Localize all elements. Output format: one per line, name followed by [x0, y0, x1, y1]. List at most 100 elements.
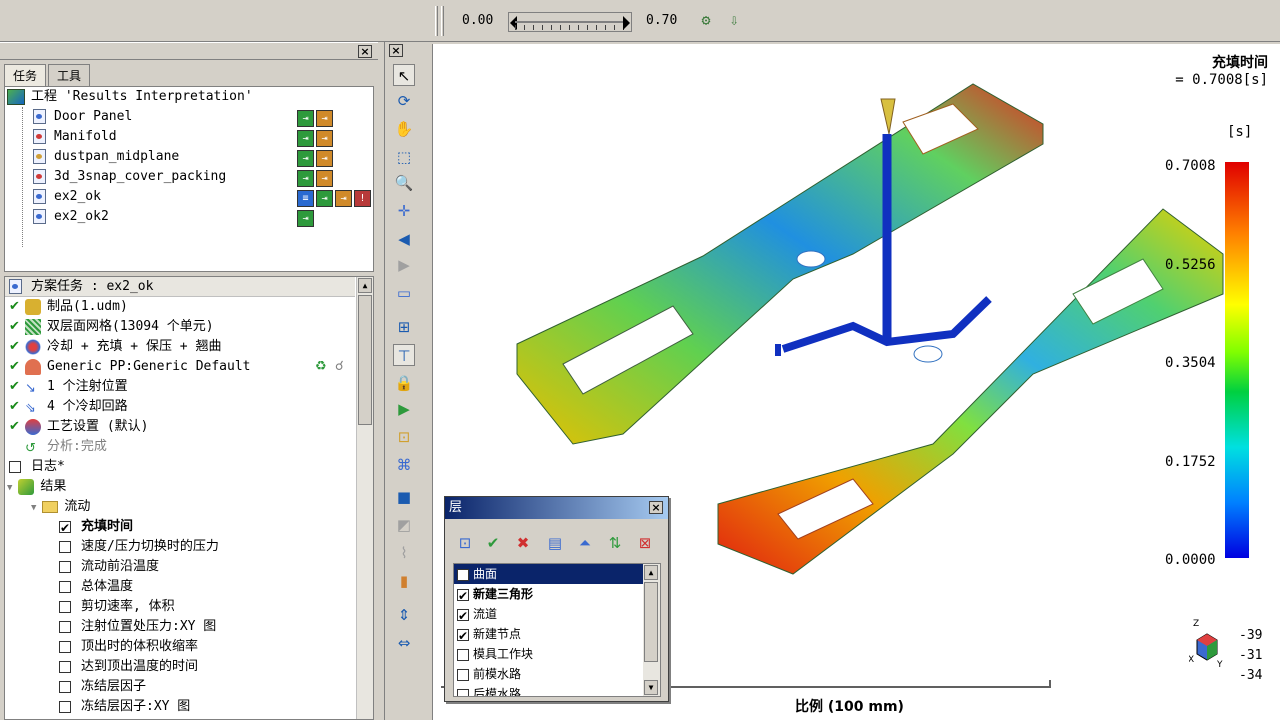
- split-vertical-icon[interactable]: ⇔: [393, 632, 415, 654]
- project-item[interactable]: ex2_ok2 ⇥: [33, 207, 373, 227]
- project-item[interactable]: ex2_ok ≡ ⇥ ⇥!: [33, 187, 373, 207]
- flow-folder[interactable]: ▼ 流动: [31, 497, 90, 517]
- layer-checkbox[interactable]: [457, 586, 469, 606]
- project-item[interactable]: 3d_3snap_cover_packing ⇥ ⇥: [33, 167, 373, 187]
- collapse-arrow-icon[interactable]: ▼: [31, 503, 36, 513]
- pan-hand-icon[interactable]: ✋: [393, 118, 415, 140]
- result-item[interactable]: 冻结层因子:XY 图: [59, 697, 190, 717]
- run-study-icon[interactable]: ⇥: [316, 170, 333, 187]
- cutting-plane-icon[interactable]: ⊤: [393, 344, 415, 366]
- result-checkbox[interactable]: [59, 580, 71, 593]
- warning-icon[interactable]: !: [354, 190, 371, 207]
- open-study-icon[interactable]: ⇥: [297, 170, 314, 187]
- result-item[interactable]: 剪切速率, 体积: [59, 597, 175, 617]
- scroll-up-icon[interactable]: ▲: [358, 278, 372, 293]
- task-material[interactable]: ✔ Generic PP:Generic Default ♻ ☌: [5, 357, 355, 377]
- rotate-icon[interactable]: ⟳: [393, 90, 415, 112]
- open-study-icon[interactable]: ⇥: [297, 110, 314, 127]
- task-part[interactable]: ✔ 制品(1.udm): [5, 297, 128, 317]
- layer-checkbox[interactable]: [457, 648, 469, 661]
- lock-icon[interactable]: 🔒: [393, 372, 415, 394]
- result-checkbox[interactable]: [59, 540, 71, 553]
- project-item[interactable]: dustpan_midplane ⇥ ⇥: [33, 147, 373, 167]
- tab-tools[interactable]: 工具: [48, 64, 91, 86]
- result-checkbox[interactable]: [59, 620, 71, 633]
- shade-icon[interactable]: ◩: [393, 514, 415, 536]
- close-icon[interactable]: ×: [649, 501, 663, 514]
- task-cooling[interactable]: ✔ ⇘ 4 个冷却回路: [5, 397, 128, 417]
- layer-checkbox[interactable]: [457, 626, 469, 646]
- log-checkbox[interactable]: [9, 460, 21, 473]
- tree-scrollbar[interactable]: ▲: [356, 277, 373, 719]
- run-study-icon[interactable]: ⇥: [335, 190, 352, 207]
- result-item[interactable]: 冻结层因子: [59, 677, 146, 697]
- project-item[interactable]: Manifold ⇥ ⇥: [33, 127, 373, 147]
- expand-layer-icon[interactable]: ⇅: [605, 533, 625, 553]
- log-item[interactable]: 日志*: [9, 457, 65, 477]
- task-sequence[interactable]: ✔ 冷却 + 充填 + 保压 + 翘曲: [5, 337, 221, 357]
- color-scale-icon[interactable]: ▮: [393, 570, 415, 592]
- task-mesh[interactable]: ✔ 双层面网格(13094 个单元): [5, 317, 214, 337]
- result-item[interactable]: 流动前沿温度: [59, 557, 159, 577]
- result-item[interactable]: 注射位置处压力:XY 图: [59, 617, 216, 637]
- result-item[interactable]: 总体温度: [59, 577, 133, 597]
- layer-item[interactable]: 后模水路: [454, 684, 644, 696]
- layer-checkbox[interactable]: [457, 568, 469, 581]
- layer-item[interactable]: 新建节点: [454, 624, 644, 646]
- zoom-box-icon[interactable]: ⬚: [393, 146, 415, 168]
- center-icon[interactable]: ✛: [393, 200, 415, 222]
- mesh-view-icon[interactable]: ⌘: [393, 454, 415, 476]
- open-study-icon[interactable]: ⇥: [297, 130, 314, 147]
- clear-layer-icon[interactable]: ⊠: [635, 533, 655, 553]
- cube-icon[interactable]: ■: [393, 486, 415, 508]
- result-item[interactable]: 速度/压力切换时的压力: [59, 537, 219, 557]
- result-item[interactable]: 达到顶出温度的时间: [59, 657, 198, 677]
- animation-play-icon[interactable]: ⇩: [724, 10, 744, 30]
- close-icon[interactable]: ×: [389, 44, 403, 57]
- scroll-thumb[interactable]: [644, 582, 658, 662]
- close-icon[interactable]: ×: [358, 45, 372, 58]
- layer-scrollbar[interactable]: ▲ ▼: [643, 564, 660, 696]
- layer-checkbox[interactable]: [457, 688, 469, 696]
- result-checkbox[interactable]: [59, 518, 71, 538]
- open-study-icon[interactable]: ⇥: [316, 190, 333, 207]
- split-horizontal-icon[interactable]: ⇕: [393, 604, 415, 626]
- graph-icon[interactable]: ⌇: [393, 542, 415, 564]
- task-injection[interactable]: ✔ ↘ 1 个注射位置: [5, 377, 128, 397]
- animation-slider[interactable]: [508, 12, 632, 32]
- layer-properties-icon[interactable]: ▤: [545, 533, 565, 553]
- open-study-icon[interactable]: ⇥: [297, 210, 314, 227]
- layer-checkbox[interactable]: [457, 606, 469, 626]
- layer-item[interactable]: 模具工作块: [454, 644, 644, 664]
- activate-layer-icon[interactable]: ✔: [483, 533, 503, 553]
- result-checkbox[interactable]: [59, 600, 71, 613]
- back-arrow-icon[interactable]: ◀: [393, 228, 415, 250]
- layer-checkbox[interactable]: [457, 668, 469, 681]
- run-study-icon[interactable]: ⇥: [316, 150, 333, 167]
- new-layer-icon[interactable]: ⊡: [455, 533, 475, 553]
- task-process[interactable]: ✔ 工艺设置 (默认): [5, 417, 148, 437]
- result-checkbox[interactable]: [59, 640, 71, 653]
- lock-layer-icon[interactable]: ⊡: [393, 426, 415, 448]
- recycle-icon[interactable]: ♻: [315, 357, 327, 377]
- measure-icon[interactable]: ▭: [393, 282, 415, 304]
- result-checkbox[interactable]: [59, 560, 71, 573]
- toolbar-grip[interactable]: [435, 6, 438, 36]
- slider-right-arrow[interactable]: [623, 16, 630, 30]
- run-study-icon[interactable]: ⇥: [316, 130, 333, 147]
- toolbar-grip[interactable]: [441, 6, 444, 36]
- result-item[interactable]: 顶出时的体积收缩率: [59, 637, 198, 657]
- forward-arrow-icon[interactable]: ▶: [393, 254, 415, 276]
- scroll-up-icon[interactable]: ▲: [644, 565, 658, 580]
- search-material-icon[interactable]: ☌: [335, 357, 344, 377]
- delete-layer-icon[interactable]: ✖: [513, 533, 533, 553]
- layers-dialog-title-bar[interactable]: 层 ×: [445, 497, 668, 519]
- result-checkbox[interactable]: [59, 700, 71, 713]
- result-fill-time[interactable]: 充填时间: [59, 517, 133, 538]
- project-item[interactable]: Door Panel ⇥ ⇥: [33, 107, 373, 127]
- list-icon[interactable]: ≡: [297, 190, 314, 207]
- result-checkbox[interactable]: [59, 660, 71, 673]
- open-study-icon[interactable]: ⇥: [297, 150, 314, 167]
- layer-item[interactable]: 曲面: [454, 564, 644, 584]
- project-root[interactable]: 工程 'Results Interpretation': [7, 87, 253, 107]
